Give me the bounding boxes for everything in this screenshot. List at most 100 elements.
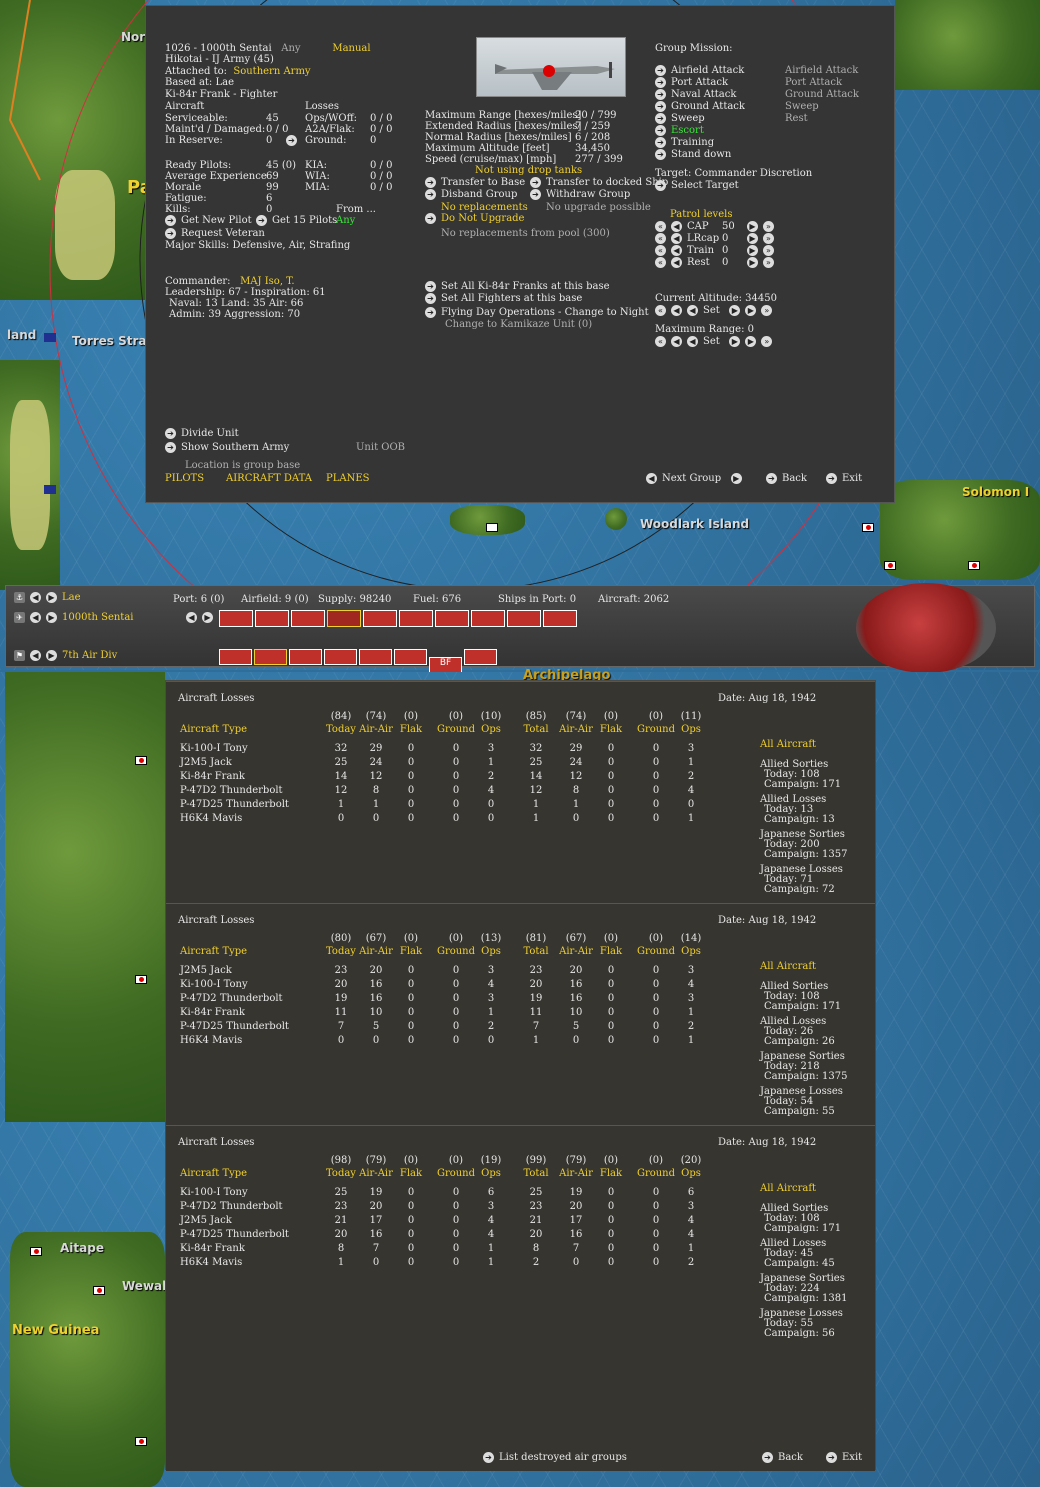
col-header[interactable]: Air-Air [356, 1168, 396, 1179]
arrow-left-icon[interactable]: ◀ [671, 221, 682, 232]
plane-slot-icon[interactable] [471, 610, 505, 627]
disband-button[interactable]: ➔ Disband Group [425, 189, 517, 200]
kamikaze-link[interactable]: Change to Kamikaze Unit (0) [445, 319, 592, 330]
base-icon[interactable] [359, 649, 392, 665]
back-button[interactable]: ➔ Back [766, 473, 807, 484]
arrow-left-icon[interactable]: ◀ [671, 233, 682, 244]
mission-escort[interactable]: ➔ Escort [655, 125, 704, 136]
pilots-tab[interactable]: PILOTS [165, 473, 204, 484]
select-target-button[interactable]: ➔ Select Target [655, 180, 739, 191]
action-strip[interactable]: BF [219, 649, 499, 673]
withdraw-button[interactable]: ➔ Withdraw Group [530, 189, 630, 200]
col-header[interactable]: Flak [591, 1168, 631, 1179]
arrow-left-icon[interactable]: ◀ [671, 245, 682, 256]
arrow-right-icon[interactable]: ▶ [747, 257, 758, 268]
list-icon[interactable] [464, 649, 497, 665]
col-header[interactable]: Air-Air [556, 946, 596, 957]
set-all-fighters-button[interactable]: ➔ Set All Fighters at this base [425, 293, 582, 304]
aus-flag-icon[interactable] [44, 485, 56, 494]
col-header[interactable]: Today [321, 1168, 361, 1179]
divide-unit-button[interactable]: ➔ Divide Unit [165, 428, 239, 439]
col-header[interactable]: Ops [671, 946, 711, 957]
attached-link[interactable]: Southern Army [233, 66, 310, 77]
col-header[interactable]: Flak [391, 1168, 431, 1179]
div-name[interactable]: 7th Air Div [62, 650, 117, 661]
col-header[interactable]: Ops [671, 724, 711, 735]
set-all-franks-button[interactable]: ➔ Set All Ki-84r Franks at this base [425, 281, 610, 292]
arrow-left-icon[interactable]: ◀ [30, 612, 41, 623]
aircraft-data-tab[interactable]: AIRCRAFT DATA [226, 473, 312, 484]
arrow-right-icon[interactable]: ▶ [747, 245, 758, 256]
col-header[interactable]: Flak [391, 946, 431, 957]
aus-flag-icon[interactable] [44, 333, 56, 342]
arrow-right-icon[interactable]: ▶ [46, 592, 57, 603]
col-header[interactable]: Flak [591, 724, 631, 735]
col-header[interactable]: Flak [391, 724, 431, 735]
arrow-left-icon[interactable]: ◀ [687, 305, 698, 316]
col-header[interactable]: Air-Air [356, 724, 396, 735]
col-header[interactable]: Total [516, 724, 556, 735]
base-marker-icon[interactable] [968, 561, 980, 570]
anchor-icon[interactable] [324, 649, 357, 665]
col-header[interactable]: Today [321, 724, 361, 735]
col-header[interactable]: Ground [436, 724, 476, 735]
unit-nav[interactable]: ✈ ◀ ▶ 1000th Sentai [14, 612, 133, 623]
get15-any[interactable]: Any [336, 215, 355, 226]
double-right-icon[interactable]: » [761, 305, 773, 316]
no-replacements[interactable]: No replacements [441, 202, 528, 213]
bf-button[interactable]: BF [429, 657, 462, 673]
plane-slot-icon[interactable] [255, 610, 289, 627]
get-new-pilot-button[interactable]: ➔ Get New Pilot [165, 215, 252, 226]
arrow-left-icon[interactable]: ◀ [671, 336, 682, 347]
patrol-cap[interactable]: « ◀ CAP 50 ▶ » [655, 221, 779, 232]
col-header[interactable]: Ops [471, 946, 511, 957]
set-altitude-button[interactable]: Set [703, 305, 720, 316]
base-name[interactable]: Lae [62, 592, 81, 603]
col-header[interactable]: Total [516, 1168, 556, 1179]
flag-icon[interactable] [394, 649, 427, 665]
arrow-right-icon[interactable]: ▶ [745, 305, 757, 316]
show-army-button[interactable]: ➔ Show Southern Army [165, 442, 289, 453]
get15-button[interactable]: ➔ Get 15 Pilots [256, 215, 337, 226]
base-marker-icon[interactable] [884, 561, 896, 570]
unit-name[interactable]: 1000th Sentai [62, 612, 133, 623]
all-aircraft-link[interactable]: All Aircraft [760, 961, 816, 972]
mission-right-1[interactable]: Port Attack [785, 77, 842, 88]
patrol-train[interactable]: « ◀ Train 0 ▶ » [655, 245, 779, 256]
col-header[interactable]: Ops [471, 1168, 511, 1179]
plane-slot-icon[interactable] [291, 610, 325, 627]
all-aircraft-link[interactable]: All Aircraft [760, 1183, 816, 1194]
bottom-exit-button[interactable]: ➔ Exit [826, 1452, 862, 1463]
flying-day-button[interactable]: ➔ Flying Day Operations - Change to Night [425, 307, 649, 318]
patrol-lrcap[interactable]: « ◀ LRcap 0 ▶ » [655, 233, 779, 244]
col-header[interactable]: Ops [671, 1168, 711, 1179]
base-marker-icon[interactable] [93, 1286, 105, 1295]
list-destroyed-button[interactable]: ➔ List destroyed air groups [483, 1452, 627, 1463]
range-controls[interactable]: « ◀ ◀ Set ▶ ▶ » [655, 336, 777, 347]
double-right-icon[interactable]: » [763, 257, 774, 268]
commander-name[interactable]: MAJ Iso, T. [240, 276, 295, 287]
ground-icon[interactable] [289, 649, 322, 665]
double-left-icon[interactable]: « [655, 245, 666, 256]
double-left-icon[interactable]: « [655, 221, 666, 232]
us-flag-icon[interactable] [486, 523, 498, 532]
col-header[interactable]: Flak [591, 946, 631, 957]
plane-slot-icon[interactable] [219, 610, 253, 627]
double-right-icon[interactable]: » [763, 245, 774, 256]
double-left-icon[interactable]: « [655, 305, 666, 316]
div-nav[interactable]: ⚑ ◀ ▶ 7th Air Div [14, 650, 117, 661]
col-header[interactable]: Ground [636, 1168, 676, 1179]
next-group-button[interactable]: ◀ Next Group ▶ [646, 473, 747, 484]
altitude-controls[interactable]: « ◀ ◀ Set ▶ ▶ » [655, 305, 777, 316]
patrol-rest[interactable]: « ◀ Rest 0 ▶ » [655, 257, 779, 268]
plane-slot-icon[interactable] [399, 610, 433, 627]
arrow-right-icon[interactable]: ▶ [202, 612, 213, 623]
mission-ground[interactable]: ➔ Ground Attack [655, 101, 745, 112]
base-marker-icon[interactable] [862, 523, 874, 532]
col-header[interactable]: Ground [636, 946, 676, 957]
mission-right-2[interactable]: Ground Attack [785, 89, 859, 100]
plane-slot-icon[interactable] [327, 610, 361, 627]
arrow-left-icon[interactable]: ◀ [30, 592, 41, 603]
request-veteran-button[interactable]: ➔ Request Veteran [165, 228, 265, 239]
ship-icon[interactable] [219, 649, 252, 665]
